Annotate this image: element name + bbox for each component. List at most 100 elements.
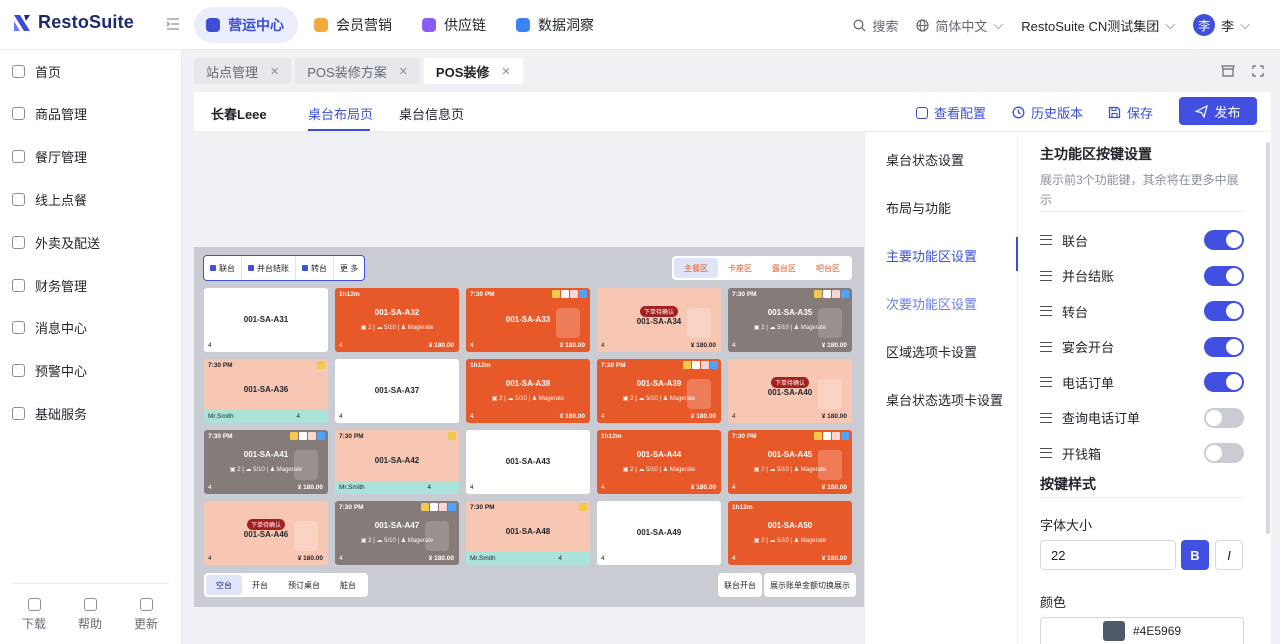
sidebar-footer-0[interactable]: 下载 <box>22 598 46 632</box>
preview-function-button[interactable]: 联台 <box>204 256 242 280</box>
sidebar-item-0[interactable]: 首页 <box>12 60 61 82</box>
font-size-input[interactable] <box>1040 540 1176 570</box>
status-tab[interactable]: 空台 <box>206 575 242 595</box>
close-icon[interactable]: ✕ <box>399 65 408 78</box>
sidebar-footer-2[interactable]: 更新 <box>134 598 158 632</box>
color-picker[interactable]: #4E5969 <box>1040 617 1244 644</box>
tab-2[interactable]: POS装修 ✕ <box>423 58 523 84</box>
tab-table-layout[interactable]: 桌台布局页 <box>308 104 373 123</box>
status-tab[interactable]: 脏台 <box>330 575 366 595</box>
table-card[interactable]: 1h12m 001-SA-A32 ▣ 2 | ☁ 5/10 | ♟ Magerate… <box>335 288 459 352</box>
table-card[interactable]: 7:30 PM 001-SA-A39 ▣ 2 | ☁ 5/10 | ♟ Magera… <box>597 359 721 423</box>
table-card[interactable]: 下单待确认 001-SA-A34 4 ¥ 180.00 <box>597 288 721 352</box>
sidebar-item-2[interactable]: 餐厅管理 <box>12 146 87 168</box>
settings-scrollbar[interactable] <box>1266 142 1270 534</box>
sidebar-item-6[interactable]: 消息中心 <box>12 317 87 339</box>
table-card[interactable]: 7:30 PM 001-SA-A35 ▣ 2 | ☁ 5/10 | ♟ Magera… <box>728 288 852 352</box>
drag-handle-icon[interactable] <box>1040 306 1052 316</box>
store-icon[interactable] <box>1221 64 1235 78</box>
sidebar-item-5[interactable]: 财务管理 <box>12 274 87 296</box>
settings-menu-item[interactable]: 区域选项卡设置 <box>886 342 977 361</box>
table-card[interactable]: 7:30 PM 001-SA-A48 Mr.Smith 4 <box>466 501 590 565</box>
zone-tab[interactable]: 卡座区 <box>718 258 762 278</box>
table-card[interactable]: 7:30 PM 001-SA-A36 Mr.Smith 4 <box>204 359 328 423</box>
color-value: #4E5969 <box>1133 624 1182 638</box>
sidebar-item-3[interactable]: 线上点餐 <box>12 188 87 210</box>
function-key-toggle[interactable] <box>1204 265 1244 286</box>
save-button[interactable]: 保存 <box>1108 103 1153 122</box>
sidebar-item-7[interactable]: 预警中心 <box>12 360 87 382</box>
table-card[interactable]: 7:30 PM 001-SA-A41 ▣ 2 | ☁ 5/10 | ♟ Magera… <box>204 430 328 494</box>
table-card[interactable]: 7:30 PM 001-SA-A47 ▣ 2 | ☁ 5/10 | ♟ Magera… <box>335 501 459 565</box>
tab-label: POS装修 <box>435 64 490 80</box>
function-key-toggle[interactable] <box>1204 407 1244 428</box>
collapse-menu-icon[interactable] <box>166 17 180 31</box>
table-card[interactable]: 1h12m 001-SA-A44 ▣ 2 | ☁ 5/10 | ♟ Magerate… <box>597 430 721 494</box>
table-card[interactable]: 7:30 PM 001-SA-A45 ▣ 2 | ☁ 5/10 | ♟ Magera… <box>728 430 852 494</box>
org-select[interactable]: RestoSuite CN测试集团 ⌵ <box>1021 16 1175 35</box>
status-tab[interactable]: 开台 <box>242 575 278 595</box>
nav-item-0[interactable]: 营运中心 <box>194 7 298 43</box>
zone-tab[interactable]: 主餐区 <box>674 258 718 278</box>
settings-menu-item[interactable]: 次要功能区设置 <box>886 294 977 313</box>
function-key-toggle[interactable] <box>1204 372 1244 392</box>
status-tab[interactable]: 预订桌台 <box>278 575 330 595</box>
table-card[interactable]: 7:30 PM 001-SA-A42 Mr.Smith 4 <box>335 430 459 494</box>
function-key-toggle[interactable] <box>1204 336 1244 357</box>
drag-handle-icon[interactable] <box>1040 341 1052 352</box>
bold-button[interactable]: B <box>1181 540 1209 570</box>
drag-handle-icon[interactable] <box>1040 270 1052 281</box>
table-card[interactable]: 1h12m 001-SA-A50 ▣ 2 | ☁ 5/10 | ♟ Magerate… <box>728 501 852 565</box>
nav-item-3[interactable]: 数据洞察 <box>504 7 608 43</box>
user-menu[interactable]: 李 李 ⌵ <box>1193 14 1250 36</box>
history-button[interactable]: 历史版本 <box>1012 103 1083 122</box>
preview-function-button[interactable]: 转台 <box>296 256 334 280</box>
zone-tab[interactable]: 露台区 <box>762 258 806 278</box>
zone-tab[interactable]: 吧台区 <box>806 258 850 278</box>
publish-button[interactable]: 发布 <box>1179 97 1257 125</box>
table-card[interactable]: 001-SA-A31 4 <box>204 288 328 352</box>
tab-table-info[interactable]: 桌台信息页 <box>399 104 464 123</box>
function-key-toggle[interactable] <box>1204 301 1244 321</box>
sidebar-item-1[interactable]: 商品管理 <box>12 103 87 125</box>
drag-handle-icon[interactable] <box>1040 412 1052 423</box>
table-card[interactable]: 7:30 PM 001-SA-A33 4 ¥ 180.00 <box>466 288 590 352</box>
settings-menu-item[interactable]: 桌台状态选项卡设置 <box>886 390 1003 409</box>
function-key-toggle[interactable] <box>1204 443 1244 463</box>
table-card[interactable]: 001-SA-A49 4 <box>597 501 721 565</box>
table-card[interactable]: 下单待确认 001-SA-A46 4 ¥ 180.00 <box>204 501 328 565</box>
nav-item-2[interactable]: 供应链 <box>410 7 500 43</box>
nav-item-1[interactable]: 会员营销 <box>302 7 406 43</box>
table-card[interactable]: 001-SA-A37 4 <box>335 359 459 423</box>
tab-1[interactable]: POS装修方案 ✕ <box>295 58 420 84</box>
close-icon[interactable]: ✕ <box>501 65 510 78</box>
table-card[interactable]: 001-SA-A43 4 <box>466 430 590 494</box>
close-icon[interactable]: ✕ <box>270 65 279 78</box>
join-open-button[interactable]: 联台开台 <box>718 573 762 597</box>
function-key-toggle[interactable] <box>1204 230 1244 250</box>
view-config-button[interactable]: 查看配置 <box>916 103 986 122</box>
drag-handle-icon[interactable] <box>1040 377 1052 387</box>
sidebar-item-4[interactable]: 外卖及配送 <box>12 231 100 253</box>
store-name: 长春Leee <box>211 107 267 122</box>
tab-0[interactable]: 站点管理 ✕ <box>194 58 292 84</box>
sidebar-item-8[interactable]: 基础服务 <box>12 402 87 424</box>
toggle-bill-display-button[interactable]: 展示账单金额切换展示 <box>764 573 856 597</box>
settings-menu-item[interactable]: 桌台状态设置 <box>886 150 964 169</box>
italic-button[interactable]: I <box>1215 540 1243 570</box>
flag-icon <box>317 432 325 440</box>
preview-function-button[interactable]: 并台结账 <box>242 256 296 280</box>
brand-logo[interactable]: RestoSuite <box>12 12 134 33</box>
table-guests: 4 <box>339 413 343 420</box>
drag-handle-icon[interactable] <box>1040 235 1052 245</box>
language-select[interactable]: 简体中文 ⌵ <box>916 16 1003 35</box>
fullscreen-icon[interactable] <box>1251 64 1265 78</box>
table-card[interactable]: 1h12m 001-SA-A38 ▣ 2 | ☁ 5/10 | ♟ Magerate… <box>466 359 590 423</box>
settings-menu-item[interactable]: 布局与功能 <box>886 198 951 217</box>
settings-menu-item[interactable]: 主要功能区设置 <box>886 246 977 265</box>
table-card[interactable]: 下单待确认 001-SA-A40 4 ¥ 180.00 <box>728 359 852 423</box>
drag-handle-icon[interactable] <box>1040 448 1052 458</box>
preview-function-button[interactable]: 更 多 <box>334 256 364 280</box>
sidebar-footer-1[interactable]: 帮助 <box>78 598 102 632</box>
search-button[interactable]: 搜索 <box>853 16 898 35</box>
